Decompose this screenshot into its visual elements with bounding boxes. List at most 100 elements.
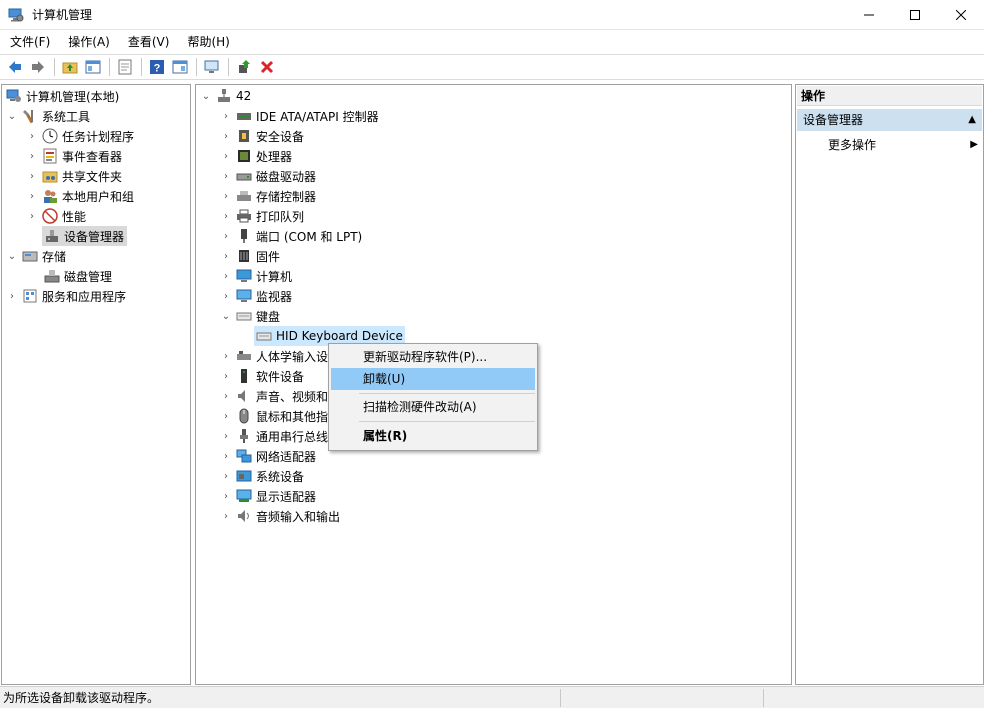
forward-button[interactable] [27, 56, 49, 78]
tree-item-system-tools[interactable]: ⌄ 系统工具 [6, 106, 90, 126]
collapse-up-icon[interactable]: ▲ [968, 109, 976, 131]
device-category[interactable]: › 固件 [220, 246, 280, 266]
chevron-down-icon[interactable]: ⌄ [200, 86, 212, 106]
properties-button[interactable] [114, 56, 136, 78]
device-category[interactable]: › 安全设备 [220, 126, 304, 146]
users-icon [44, 190, 57, 203]
chevron-right-icon[interactable]: › [220, 366, 232, 386]
chevron-right-icon[interactable]: › [26, 206, 38, 226]
chevron-right-icon[interactable]: › [220, 246, 232, 266]
menu-uninstall[interactable]: 卸载(U) [331, 368, 535, 390]
chevron-right-icon[interactable]: › [220, 486, 232, 506]
menu-update-driver[interactable]: 更新驱动程序软件(P)... [331, 346, 535, 368]
chevron-right-icon[interactable]: › [26, 166, 38, 186]
computer-management-icon [8, 8, 24, 21]
tree-label: 事件查看器 [62, 149, 123, 164]
chevron-right-icon[interactable]: › [6, 286, 18, 306]
chevron-right-icon[interactable]: › [220, 406, 232, 426]
menu-properties[interactable]: 属性(R) [331, 425, 535, 447]
chevron-down-icon[interactable]: ⌄ [6, 246, 18, 266]
device-category[interactable]: › 处理器 [220, 146, 292, 166]
device-category[interactable]: › 存储控制器 [220, 186, 316, 206]
chevron-right-icon[interactable]: › [220, 206, 232, 226]
status-cell [560, 688, 763, 707]
device-category-keyboard[interactable]: ⌄ 键盘 [220, 306, 280, 326]
device-category[interactable]: › 系统设备 [220, 466, 304, 486]
device-category[interactable]: › 监视器 [220, 286, 292, 306]
chevron-right-icon[interactable]: › [220, 506, 232, 526]
chevron-right-icon[interactable]: › [26, 126, 38, 146]
tree-item-local-users[interactable]: › 本地用户和组 [26, 186, 134, 206]
device-category[interactable]: › IDE ATA/ATAPI 控制器 [220, 106, 379, 126]
minimize-button[interactable] [846, 0, 892, 30]
device-category[interactable]: › 人体学输入设 [220, 346, 328, 366]
chevron-right-icon[interactable]: › [220, 386, 232, 406]
device-category[interactable]: › 计算机 [220, 266, 292, 286]
menu-help[interactable]: 帮助(H) [177, 31, 237, 53]
chevron-right-icon[interactable]: › [220, 226, 232, 246]
chevron-right-icon[interactable]: › [220, 426, 232, 446]
close-icon [956, 10, 966, 20]
update-driver-icon [239, 60, 250, 73]
uninstall-device-button[interactable] [256, 56, 278, 78]
device-category[interactable]: › 通用串行总线 [220, 426, 328, 446]
more-actions-item[interactable]: 更多操作 ▶ [828, 135, 980, 155]
back-button[interactable] [4, 56, 26, 78]
help-button[interactable]: ? [146, 56, 168, 78]
tree-label: 任务计划程序 [62, 129, 135, 144]
scan-hardware-button[interactable] [201, 56, 223, 78]
chevron-down-icon[interactable]: ⌄ [6, 106, 18, 126]
tree-item-root[interactable]: 计算机管理(本地) [6, 86, 119, 106]
device-tree-root[interactable]: ⌄ 42 [200, 86, 251, 106]
maximize-button[interactable] [892, 0, 938, 30]
toolbar: ? [0, 54, 984, 80]
device-category[interactable]: › 打印队列 [220, 206, 304, 226]
chevron-right-icon[interactable]: › [220, 286, 232, 306]
tree-item-shared-folders[interactable]: › 共享文件夹 [26, 166, 122, 186]
chevron-right-icon[interactable]: › [220, 186, 232, 206]
tree-item-disk-management[interactable]: 磁盘管理 [42, 266, 112, 286]
device-category[interactable]: › 端口 (COM 和 LPT) [220, 226, 362, 246]
device-category[interactable]: › 声音、视频和 [220, 386, 328, 406]
performance-icon [42, 208, 58, 224]
menu-scan-hardware[interactable]: 扫描检测硬件改动(A) [331, 396, 535, 418]
up-level-button[interactable] [59, 56, 81, 78]
tree-item-performance[interactable]: › 性能 [26, 206, 86, 226]
help-icon: ? [150, 60, 164, 75]
device-category[interactable]: › 音频输入和输出 [220, 506, 340, 526]
show-hide-tree-button[interactable] [82, 56, 104, 78]
action-pane-button[interactable] [169, 56, 191, 78]
menu-file[interactable]: 文件(F) [0, 31, 58, 53]
chevron-right-icon[interactable]: › [26, 186, 38, 206]
tree-item-task-scheduler[interactable]: › 任务计划程序 [26, 126, 134, 146]
tree-label: 存储 [42, 249, 67, 264]
tree-item-device-manager[interactable]: 设备管理器 [42, 226, 128, 246]
chevron-right-icon[interactable]: › [220, 166, 232, 186]
actions-section-device-manager[interactable]: 设备管理器 ▲ [797, 109, 982, 131]
device-category-label: 人体学输入设 [256, 349, 329, 364]
computer-node-icon [218, 89, 230, 102]
tree-item-services-apps[interactable]: › 服务和应用程序 [6, 286, 126, 306]
close-button[interactable] [938, 0, 984, 30]
device-category[interactable]: › 显示适配器 [220, 486, 316, 506]
chevron-right-icon[interactable]: › [220, 146, 232, 166]
chevron-down-icon[interactable]: ⌄ [220, 306, 232, 326]
menu-action[interactable]: 操作(A) [58, 31, 118, 53]
tree-item-storage[interactable]: ⌄ 存储 [6, 246, 66, 266]
submenu-arrow-icon: ▶ [970, 139, 978, 150]
more-actions-label: 更多操作 [828, 138, 877, 152]
chevron-right-icon[interactable]: › [26, 146, 38, 166]
device-category[interactable]: › 软件设备 [220, 366, 304, 386]
update-driver-button[interactable] [233, 56, 255, 78]
chevron-right-icon[interactable]: › [220, 446, 232, 466]
chevron-right-icon[interactable]: › [220, 346, 232, 366]
tree-item-event-viewer[interactable]: › 事件查看器 [26, 146, 122, 166]
chevron-right-icon[interactable]: › [220, 106, 232, 126]
device-category[interactable]: › 网络适配器 [220, 446, 316, 466]
chevron-right-icon[interactable]: › [220, 466, 232, 486]
menu-view[interactable]: 查看(V) [118, 31, 178, 53]
chevron-right-icon[interactable]: › [220, 266, 232, 286]
device-category[interactable]: › 磁盘驱动器 [220, 166, 316, 186]
chevron-right-icon[interactable]: › [220, 126, 232, 146]
device-category[interactable]: › 鼠标和其他指 [220, 406, 328, 426]
